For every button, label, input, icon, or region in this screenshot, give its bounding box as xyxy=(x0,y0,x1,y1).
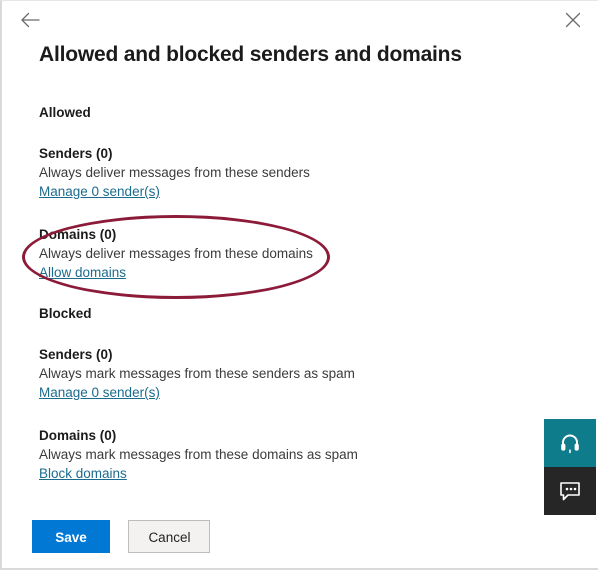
blocked-senders-description: Always mark messages from these senders … xyxy=(39,366,355,381)
allowed-domains-block: Domains (0) Always deliver messages from… xyxy=(39,225,499,282)
cancel-button[interactable]: Cancel xyxy=(128,520,211,553)
section-heading-allowed: Allowed xyxy=(39,105,91,120)
save-button[interactable]: Save xyxy=(32,520,110,553)
blocked-domains-title: Domains (0) xyxy=(39,428,117,443)
support-button[interactable] xyxy=(544,419,596,467)
allowed-senders-block: Senders (0) Always deliver messages from… xyxy=(39,144,499,201)
section-heading-blocked-wrap: Blocked xyxy=(39,306,499,321)
blocked-senders-block: Senders (0) Always mark messages from th… xyxy=(39,345,499,402)
blocked-domains-block: Domains (0) Always mark messages from th… xyxy=(39,426,499,483)
arrow-left-icon xyxy=(21,12,40,28)
chat-bubble-icon xyxy=(560,482,580,501)
blocked-domains-description: Always mark messages from these domains … xyxy=(39,447,358,462)
feedback-button[interactable] xyxy=(544,467,596,515)
panel-content: Allowed Senders (0) Always deliver messa… xyxy=(39,105,499,483)
panel-header xyxy=(2,1,598,37)
blocked-senders-link[interactable]: Manage 0 sender(s) xyxy=(39,383,160,402)
allowed-domains-description: Always deliver messages from these domai… xyxy=(39,246,313,261)
allowed-senders-title: Senders (0) xyxy=(39,146,113,161)
section-heading-blocked: Blocked xyxy=(39,306,92,321)
allowed-blocked-senders-panel: Allowed and blocked senders and domains … xyxy=(0,0,598,570)
allowed-senders-description: Always deliver messages from these sende… xyxy=(39,165,310,180)
allowed-domains-link[interactable]: Allow domains xyxy=(39,263,126,282)
blocked-domains-link[interactable]: Block domains xyxy=(39,464,127,483)
blocked-senders-title: Senders (0) xyxy=(39,347,113,362)
allowed-senders-link[interactable]: Manage 0 sender(s) xyxy=(39,182,160,201)
headset-icon xyxy=(561,434,579,454)
allowed-domains-title: Domains (0) xyxy=(39,227,117,242)
close-icon xyxy=(565,12,581,28)
close-button[interactable] xyxy=(558,5,588,35)
page-title: Allowed and blocked senders and domains xyxy=(39,43,462,66)
side-widget-stack xyxy=(544,419,596,515)
panel-footer: Save Cancel xyxy=(32,520,211,553)
back-button[interactable] xyxy=(14,5,46,35)
